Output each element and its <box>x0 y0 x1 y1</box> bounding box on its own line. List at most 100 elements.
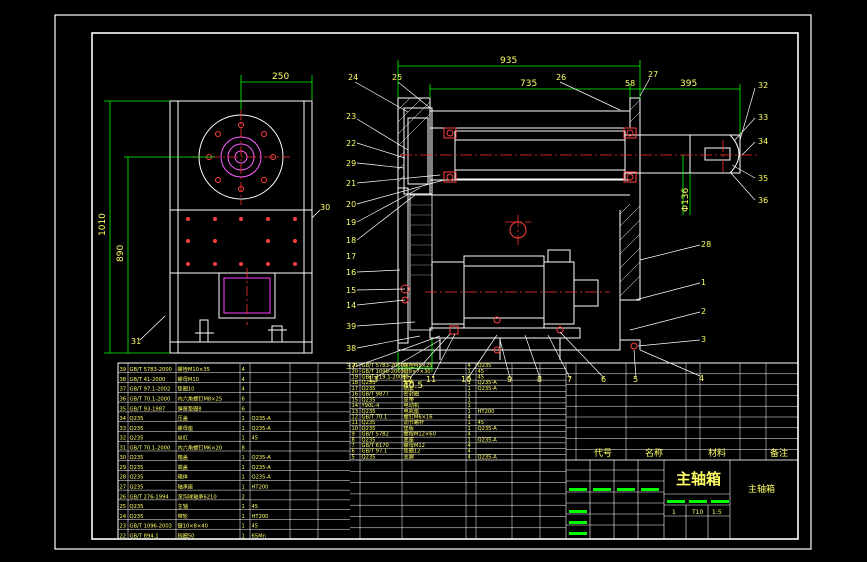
parts-left-cell: Q235 <box>130 514 144 520</box>
parts-left-cell: GB/T 93-1987 <box>130 406 166 412</box>
balloon-36: 36 <box>758 196 768 205</box>
balloon-34: 34 <box>758 137 768 146</box>
dim-top-left: 735 <box>520 79 537 89</box>
parts-left-cell: 23 <box>120 524 127 530</box>
parts-left-cell: 6 <box>242 397 245 403</box>
parts-left-cell: 4 <box>242 367 246 373</box>
parts-left-cell: 端盖 <box>178 463 188 471</box>
outer-frame <box>54 14 812 550</box>
parts-left-cell: GB/T 5783-2000 <box>130 367 172 373</box>
parts-left-cell: 键10×8×40 <box>178 522 208 530</box>
parts-left-cell: Q235 <box>130 465 144 471</box>
parts-right-cell: Q235-A <box>478 437 498 443</box>
parts-left-cell: 1 <box>242 504 245 510</box>
drawing-name-small: 主轴箱 <box>748 483 775 495</box>
parts-left-cell: 65Mn <box>252 533 266 539</box>
parts-left-cell: 挡圈50 <box>178 531 195 539</box>
parts-left-cell: 31 <box>120 445 127 451</box>
parts-left-cell: GB/T 1096-2003 <box>130 524 172 530</box>
parts-left-cell: 25 <box>120 504 127 510</box>
parts-left-cell: 箱体 <box>178 473 189 481</box>
balloon-24: 24 <box>348 73 358 82</box>
parts-left-cell: 螺母M10 <box>178 375 199 383</box>
balloon-9: 9 <box>507 375 512 384</box>
parts-left-cell: 29 <box>120 465 127 471</box>
parts-left-cell: 8 <box>242 445 245 451</box>
parts-left-cell: Q235 <box>130 475 144 481</box>
parts-right-cell: 4 <box>468 454 472 460</box>
parts-left-cell: GB/T 97.1-2002 <box>130 387 171 393</box>
balloon-3: 3 <box>701 335 706 344</box>
parts-left-cell: 2 <box>242 494 245 500</box>
balloon-33: 33 <box>758 113 768 122</box>
parts-left-cell: 1 <box>242 436 245 442</box>
dim-top-gap: 58 <box>625 79 635 88</box>
parts-left-cell: 26 <box>120 494 127 500</box>
balloon-6: 6 <box>601 375 606 384</box>
parts-left-cell: 27 <box>120 485 127 491</box>
balloon-23: 23 <box>346 112 356 121</box>
parts-left-cell: GB/T 894.1 <box>130 533 159 539</box>
parts-right-cell: Q235-A <box>478 454 498 460</box>
balloon-25: 25 <box>392 73 402 82</box>
balloon-7: 7 <box>567 375 572 384</box>
balloon-27: 27 <box>648 70 658 79</box>
parts-left-cell: GB/T 70.1-2000 <box>130 397 171 403</box>
balloon-29: 29 <box>346 159 356 168</box>
parts-right-cell: Q235-A <box>478 426 498 432</box>
parts-left-cell: 36 <box>120 397 127 403</box>
parts-left-cell: 压盖 <box>178 414 188 422</box>
balloon-18: 18 <box>346 236 356 245</box>
parts-left-cell: 丝杠 <box>178 434 188 442</box>
parts-left-cell: 4 <box>242 387 246 393</box>
parts-right-cell: HT200 <box>478 409 495 415</box>
parts-left-cell: Q235 <box>130 426 144 432</box>
dim-top-right: 395 <box>680 79 697 89</box>
parts-left-cell: 32 <box>120 436 127 442</box>
parts-left-cell: 37 <box>120 387 127 393</box>
balloon-20: 20 <box>346 200 356 209</box>
parts-left-cell: 39 <box>120 367 127 373</box>
inner-frame <box>91 32 799 540</box>
parts-left-cell: 1 <box>242 524 245 530</box>
balloon-17: 17 <box>346 252 356 261</box>
balloon-26: 26 <box>556 73 566 82</box>
parts-left-cell: 1 <box>242 426 245 432</box>
dim-left-height-inner: 890 <box>116 245 126 262</box>
parts-left-cell: 6 <box>242 406 245 412</box>
sheet-number: 1 <box>672 509 676 516</box>
parts-left-cell: 1 <box>242 416 245 422</box>
dim-shaft-dia: Φ136 <box>681 187 691 212</box>
parts-left-cell: GB/T 276-1994 <box>130 494 170 500</box>
parts-left-cell: Q235-A <box>252 426 272 432</box>
parts-left-cell: 螺栓M10×35 <box>178 365 210 373</box>
bom-col-name: 名称 <box>645 447 663 459</box>
parts-left-cell: 轴承座 <box>178 483 194 491</box>
parts-left-cell: 1 <box>242 514 245 520</box>
parts-right-cell: Q235-A <box>478 386 498 392</box>
material-tag: T10 <box>691 509 703 516</box>
dim-left-width: 250 <box>272 72 289 82</box>
parts-left-cell: 24 <box>120 514 127 520</box>
balloon-38: 38 <box>346 344 356 353</box>
drawing-name: 主轴箱 <box>676 470 721 488</box>
parts-left-cell: 45 <box>252 504 259 510</box>
dim-left-height-outer: 1010 <box>98 213 108 236</box>
parts-left-cell: Q235-A <box>252 416 272 422</box>
parts-left-cell: Q235 <box>130 416 144 422</box>
main-section-view <box>397 97 741 360</box>
parts-left-cell: Q235-A <box>252 455 272 461</box>
parts-left-cell: 箱盖 <box>178 453 188 461</box>
parts-left-cell: 内六角螺钉M6×20 <box>178 443 223 451</box>
parts-left-cell: HT200 <box>252 485 269 491</box>
balloon-39: 39 <box>346 322 356 331</box>
balloon-35: 35 <box>758 174 768 183</box>
parts-left-cell: HT200 <box>252 514 269 520</box>
parts-left-cell: Q235 <box>130 504 144 510</box>
cad-viewport[interactable]: 250 1010 890 31 30 935 735 58 395 Φ136 4… <box>0 0 867 562</box>
parts-left-cell: 主轴 <box>178 502 188 510</box>
parts-left-cell: 1 <box>242 455 245 461</box>
parts-left-cell: GB/T 41-2000 <box>130 377 166 383</box>
bom-col-remark: 备注 <box>770 447 788 459</box>
parts-left-cell: 螺母座 <box>178 424 194 432</box>
